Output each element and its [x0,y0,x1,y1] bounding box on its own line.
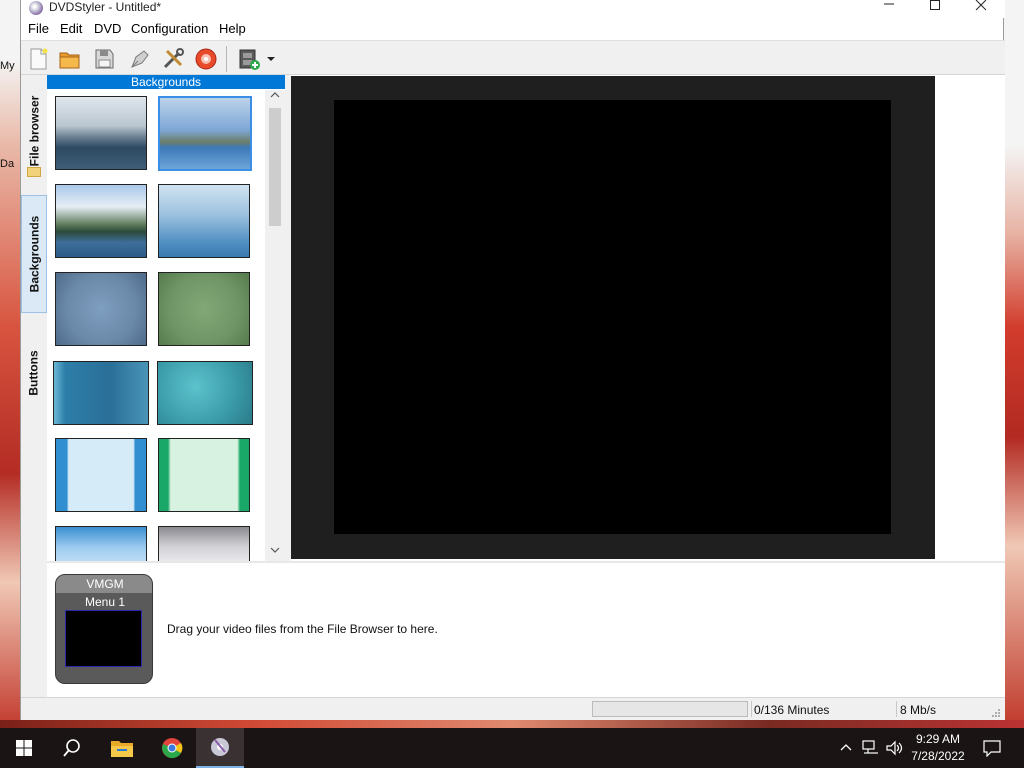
dvdstyler-app-icon [29,1,43,15]
background-thumbnail[interactable] [55,96,147,170]
menu-help[interactable]: Help [219,21,246,36]
vmgm-label: VMGM [56,575,152,593]
settings-tools-icon [163,48,184,69]
close-icon [975,0,987,11]
background-thumbnail[interactable] [55,526,147,561]
menu-label: Menu 1 [84,595,126,609]
minimize-icon [884,3,894,5]
search-icon [63,739,80,757]
menu-edit[interactable]: Edit [60,21,82,36]
open-button[interactable] [58,47,82,71]
start-button[interactable] [0,728,48,768]
background-thumbnail[interactable] [157,361,253,425]
background-thumbnail[interactable] [55,184,147,258]
background-thumbnail[interactable] [158,526,250,561]
chevron-up-icon[interactable] [840,742,852,754]
side-tab-strip: File browser Backgrounds Buttons [21,75,47,697]
dvdstyler-icon [211,738,229,756]
menu-thumbnail[interactable] [65,610,142,667]
dropdown-arrow-icon [267,57,275,61]
titleset-manager: VMGM Menu 1 Drag your video files from t… [47,561,1005,697]
tab-label: Backgrounds [27,215,41,293]
menu-bar: File Edit DVD Configuration Help [21,18,1005,40]
close-button[interactable] [958,0,1004,18]
vmgm-menu-item[interactable]: VMGM Menu 1 [55,574,153,684]
add-video-icon [239,49,260,70]
minimize-button[interactable] [866,0,912,18]
save-icon [95,49,114,69]
maximize-icon [930,0,940,10]
menu-preview-canvas[interactable] [334,100,891,534]
settings-button[interactable] [161,47,185,71]
disc-usage-progress [592,701,748,717]
tab-label: File browser [27,95,41,167]
tab-label: Buttons [27,350,42,396]
new-file-icon [30,48,48,70]
tab-buttons[interactable]: Buttons [21,323,47,423]
clock-date[interactable]: 7/28/2022 [908,749,968,763]
status-separator [751,701,752,717]
open-folder-icon [59,52,80,69]
scroll-down-button[interactable] [265,545,285,559]
bitrate-status: 8 Mb/s [900,703,937,717]
drag-hint-text: Drag your video files from the File Brow… [167,622,438,636]
status-separator [896,701,897,717]
save-button[interactable] [92,47,116,71]
background-thumbnail[interactable] [158,184,250,258]
burn-disc-button[interactable] [194,47,218,71]
chevron-down-icon [270,547,280,553]
backgrounds-panel: Backgrounds [47,75,285,561]
file-explorer-icon [111,741,133,757]
desktop-background-left [0,0,22,728]
desktop-icon-label[interactable]: My [0,60,15,72]
toolbar [21,40,1005,75]
start-icon [16,740,32,756]
folder-icon [27,167,41,177]
chrome-button[interactable] [148,728,196,768]
toolbar-separator [226,46,227,72]
backgrounds-scrollbar[interactable] [265,90,285,561]
app-window: DVDStyler - Untitled* File Edit DVD Conf… [20,0,1005,720]
background-thumbnail[interactable] [158,438,250,512]
status-bar: 0/136 Minutes 8 Mb/s [21,697,1005,720]
tab-backgrounds[interactable]: Backgrounds [21,195,47,313]
file-explorer-button[interactable] [98,728,146,768]
background-thumbnail[interactable] [53,361,149,425]
notifications-icon[interactable] [983,739,1001,757]
dvdstyler-taskbar-button[interactable] [196,728,244,768]
add-video-button[interactable] [237,47,261,71]
scrollbar-thumb[interactable] [269,108,281,226]
duration-status: 0/136 Minutes [754,703,830,717]
chrome-icon [162,738,183,759]
add-video-dropdown[interactable] [265,47,277,71]
burn-disc-icon [195,48,217,70]
background-thumbnail[interactable] [55,272,147,346]
maximize-button[interactable] [912,0,958,18]
search-button[interactable] [48,728,96,768]
background-thumbnail[interactable] [158,272,250,346]
burn-pen-icon [131,50,149,68]
desktop-background-bottom [0,720,1024,728]
menu-preview-frame [291,76,935,559]
backgrounds-panel-header: Backgrounds [47,75,285,89]
menu-file[interactable]: File [28,21,49,36]
desktop-icon-label[interactable]: Da [0,158,14,170]
menu-dvd[interactable]: DVD [94,21,121,36]
taskbar: 9:29 AM 7/28/2022 [0,728,1024,768]
scroll-up-button[interactable] [265,90,285,104]
desktop-background-right [1004,0,1024,728]
window-title: DVDStyler - Untitled* [49,0,162,14]
background-thumbnail[interactable] [55,438,147,512]
volume-icon[interactable] [886,740,904,756]
clock-time[interactable]: 9:29 AM [908,732,968,746]
network-icon[interactable] [862,740,880,756]
menu-configuration[interactable]: Configuration [131,21,208,36]
resize-grip-icon[interactable] [991,708,1001,718]
burn-button[interactable] [128,47,152,71]
chevron-up-icon [270,92,280,98]
background-thumbnail-selected[interactable] [158,96,252,171]
title-bar[interactable]: DVDStyler - Untitled* [21,0,1005,18]
new-button[interactable] [26,47,50,71]
menu-editor-area [291,75,1005,561]
